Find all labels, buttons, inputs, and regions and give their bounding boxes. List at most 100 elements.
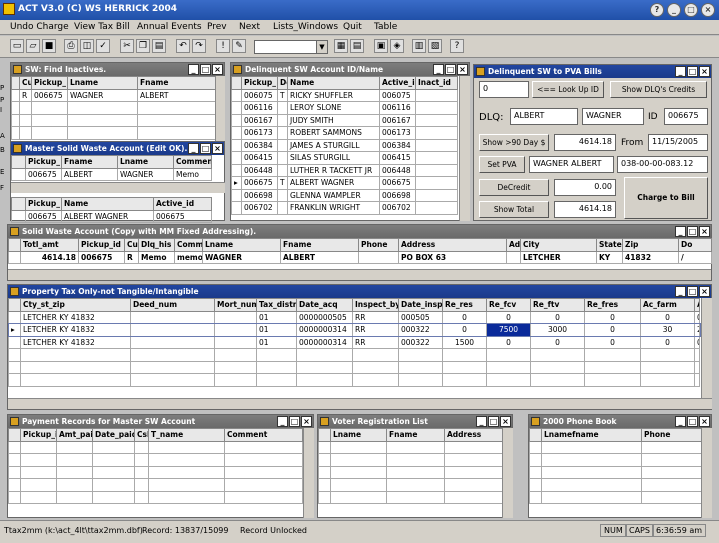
column-header[interactable]: Pickup_: [25, 197, 62, 211]
paste-icon[interactable]: ▤: [152, 39, 166, 53]
column-header[interactable]: Name: [61, 197, 154, 211]
cell[interactable]: 0: [694, 310, 700, 324]
maximize-icon[interactable]: □: [684, 3, 698, 17]
scrollbar[interactable]: [8, 269, 711, 280]
cell[interactable]: 006116: [379, 101, 416, 115]
cell[interactable]: GLENNA WAMPLER: [287, 188, 380, 202]
cell[interactable]: ALBERT WAGNER: [287, 176, 380, 190]
minimize-icon[interactable]: _: [277, 416, 288, 427]
print-icon[interactable]: ⎙: [64, 39, 78, 53]
column-header[interactable]: Commen: [173, 155, 212, 169]
cell[interactable]: [277, 138, 288, 152]
column-header[interactable]: Ad: [506, 238, 521, 252]
column-header[interactable]: Fname: [137, 76, 216, 90]
column-header[interactable]: City: [520, 238, 597, 252]
cell[interactable]: [277, 113, 288, 127]
cell[interactable]: memo: [174, 250, 203, 264]
close-icon[interactable]: ×: [212, 64, 223, 75]
column-header[interactable]: Re_fres: [584, 298, 641, 312]
column-header[interactable]: Do: [678, 238, 712, 252]
toolbar-combo[interactable]: ▼: [254, 40, 328, 54]
scrollbar[interactable]: [459, 76, 470, 221]
cell[interactable]: 01: [256, 310, 297, 324]
cell[interactable]: 006702: [379, 201, 416, 215]
cell[interactable]: ALBERT: [137, 88, 216, 102]
column-header[interactable]: Lname: [330, 428, 387, 442]
cell[interactable]: 006702: [241, 201, 278, 215]
show-dlq-credits-button[interactable]: Show DLQ's Credits: [610, 81, 707, 98]
column-header[interactable]: Date_insp: [398, 298, 443, 312]
menu-view-tax-bill[interactable]: View Tax Bill: [74, 22, 130, 32]
table-row[interactable]: 006167 JUDY SMITH 006167: [231, 113, 458, 127]
cell[interactable]: 41832: [622, 250, 679, 264]
dlq-id-field[interactable]: 006675: [664, 108, 708, 125]
pva-map-field[interactable]: 038-00-00-083.12: [617, 156, 708, 173]
spell-icon[interactable]: ✓: [96, 39, 110, 53]
cell[interactable]: WAGNER: [117, 167, 174, 181]
column-header[interactable]: Cu: [19, 76, 32, 90]
cut-icon[interactable]: ✂: [120, 39, 134, 53]
cell[interactable]: ROBERT SAMMONS: [287, 126, 380, 140]
column-header[interactable]: Phone: [358, 238, 399, 252]
help-query-icon[interactable]: ?: [450, 39, 464, 53]
cell[interactable]: 0: [694, 335, 700, 349]
cell[interactable]: 006384: [241, 138, 278, 152]
scrollbar[interactable]: [701, 428, 712, 518]
column-header[interactable]: Zip: [622, 238, 679, 252]
minimize-icon[interactable]: _: [675, 226, 686, 237]
menu-table[interactable]: Table: [374, 22, 397, 32]
cell[interactable]: [415, 138, 458, 152]
cell[interactable]: R: [124, 250, 139, 264]
cell[interactable]: 006448: [379, 163, 416, 177]
cell[interactable]: LETCHER KY 41832: [20, 310, 131, 324]
column-header[interactable]: Pickup_: [31, 76, 68, 90]
cell[interactable]: 0: [530, 335, 585, 349]
cell[interactable]: JUDY SMITH: [287, 113, 380, 127]
maximize-icon[interactable]: □: [687, 416, 698, 427]
cell[interactable]: RR: [352, 310, 399, 324]
column-header[interactable]: Cus: [124, 238, 139, 252]
column-header[interactable]: Lname: [67, 76, 138, 90]
table-row[interactable]: 006384 JAMES A STURGILL 006384: [231, 138, 458, 152]
modify-icon[interactable]: ✎: [232, 39, 246, 53]
column-header[interactable]: Phone: [641, 428, 702, 442]
pva-name-field[interactable]: WAGNER ALBERT: [529, 156, 614, 173]
cell[interactable]: LETCHER: [520, 250, 597, 264]
column-header[interactable]: Active_id: [153, 197, 212, 211]
minimize-icon[interactable]: _: [188, 143, 199, 154]
cell[interactable]: 000505: [398, 310, 443, 324]
cell[interactable]: 0: [486, 310, 531, 324]
redo-icon[interactable]: ↷: [192, 39, 206, 53]
cell[interactable]: [277, 101, 288, 115]
cell[interactable]: WAGNER: [67, 88, 138, 102]
cell[interactable]: 006675: [78, 250, 125, 264]
cell[interactable]: JAMES A STURGILL: [287, 138, 380, 152]
cell[interactable]: 006116: [241, 101, 278, 115]
undo-icon[interactable]: ↶: [176, 39, 190, 53]
save-icon[interactable]: ■: [42, 39, 56, 53]
decredit-button[interactable]: DeCredit: [479, 179, 549, 196]
cell[interactable]: 006698: [241, 188, 278, 202]
scrollbar[interactable]: [215, 76, 225, 142]
close-icon[interactable]: ×: [457, 64, 468, 75]
cell[interactable]: [277, 188, 288, 202]
column-header[interactable]: Inact_id: [415, 76, 458, 90]
column-header[interactable]: Fname: [386, 428, 445, 442]
cell[interactable]: 0: [584, 323, 641, 337]
table-row[interactable]: LETCHER KY 41832 01 0000000505 RR 000505 0 0 0 0…: [8, 310, 700, 324]
minimize-icon[interactable]: _: [476, 416, 487, 427]
column-header[interactable]: Deed_num: [130, 298, 215, 312]
close-icon[interactable]: ×: [301, 416, 312, 427]
cell[interactable]: 1500: [442, 335, 487, 349]
properties-icon[interactable]: ▥: [412, 39, 426, 53]
column-header[interactable]: Active_i: [379, 76, 416, 90]
cell[interactable]: LETCHER KY 41832: [20, 323, 131, 337]
menu-lists-windows[interactable]: Lists_Windows: [273, 22, 338, 32]
menu-undo-charge[interactable]: Undo Charge: [10, 22, 69, 32]
cell[interactable]: 000322: [398, 323, 443, 337]
cell[interactable]: 01: [256, 323, 297, 337]
close-icon[interactable]: ×: [699, 66, 710, 77]
maximize-icon[interactable]: □: [200, 64, 211, 75]
cell[interactable]: [415, 88, 458, 102]
table-row[interactable]: ▸ 006675 T ALBERT WAGNER 006675: [231, 176, 458, 190]
